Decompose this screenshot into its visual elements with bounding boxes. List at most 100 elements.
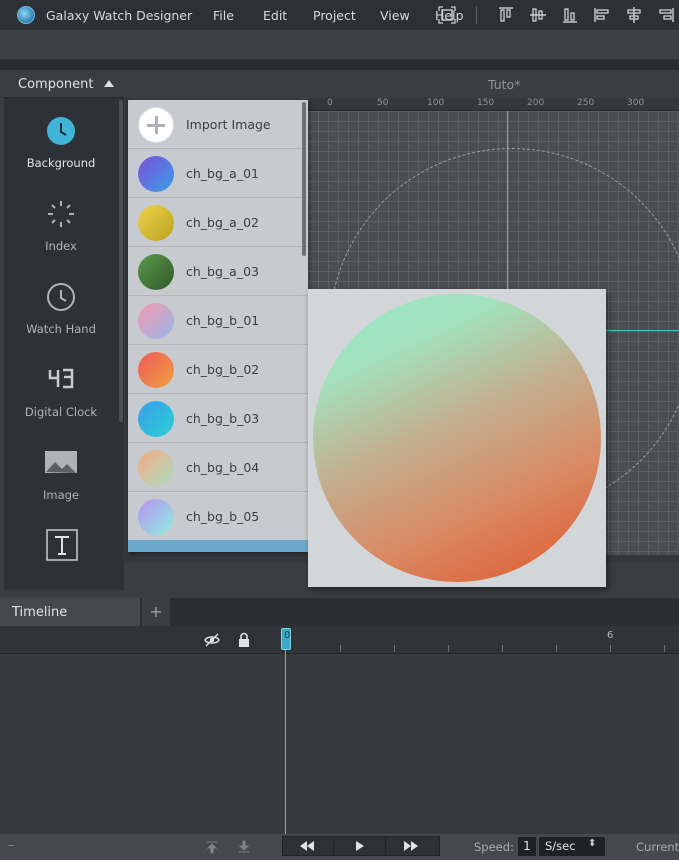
menu-file[interactable]: File [213, 8, 234, 23]
rewind-icon [300, 841, 314, 851]
move-layer-down-icon[interactable] [237, 840, 251, 854]
image-preview-popup [308, 289, 606, 587]
timeline-tick [502, 645, 503, 652]
ruler-label: 300 [627, 98, 645, 108]
rewind-button[interactable] [282, 836, 334, 856]
component-watch-hand[interactable]: Watch Hand [4, 282, 118, 362]
app-title: Galaxy Watch Designer [46, 8, 193, 23]
speed-input[interactable]: 1 [518, 837, 536, 856]
move-layer-up-icon[interactable] [205, 840, 219, 854]
add-tab-button[interactable]: + [142, 598, 170, 626]
image-thumbnail [138, 401, 174, 437]
component-label: Index [45, 239, 77, 253]
image-name: ch_bg_b_04 [186, 460, 260, 475]
image-list-item[interactable]: ch_bg_b_03 [128, 394, 308, 443]
timeline-tick-label: 6 [607, 630, 614, 641]
component-index[interactable]: Index [4, 199, 118, 279]
image-thumbnail [138, 499, 174, 535]
ruler-label: 150 [477, 98, 495, 108]
image-thumbnail [138, 450, 174, 486]
play-button[interactable] [334, 836, 386, 856]
image-list-item[interactable]: ch_bg_a_01 [128, 149, 308, 198]
align-horizontal-center-icon[interactable] [625, 6, 643, 24]
image-name: ch_bg_a_01 [186, 166, 259, 181]
image-name: ch_bg_b_02 [186, 362, 260, 377]
watch-hand-icon [46, 282, 76, 312]
component-label: Watch Hand [26, 322, 96, 336]
image-list-item[interactable]: ch_bg_b_02 [128, 345, 308, 394]
component-panel-header[interactable]: Component [4, 70, 124, 98]
image-list-dropdown: Import Image ch_bg_a_01 ch_bg_a_02 ch_bg_a… [128, 100, 308, 552]
index-icon [46, 199, 76, 229]
image-thumbnail [138, 352, 174, 388]
import-image-row[interactable]: Import Image [128, 100, 308, 149]
collapse-arrow-icon[interactable] [104, 80, 114, 87]
image-name: ch_bg_b_03 [186, 411, 260, 426]
timeline-tick [610, 645, 611, 652]
image-icon [44, 448, 78, 478]
ruler-label: 100 [427, 98, 445, 108]
component-background[interactable]: Background [4, 116, 118, 196]
image-name: ch_bg_a_03 [186, 264, 259, 279]
preview-image [313, 294, 601, 582]
background-clock-icon [46, 116, 76, 146]
timeline-tracks[interactable] [0, 654, 679, 834]
timeline-tick [394, 645, 395, 652]
component-panel-title: Component [18, 77, 94, 92]
image-name: ch_bg_b_05 [186, 509, 260, 524]
document-tab[interactable]: Tuto* [488, 77, 520, 92]
select-arrows-icon: ⬍ [588, 838, 597, 849]
menu-edit[interactable]: Edit [263, 8, 287, 23]
image-list-item[interactable]: ch_bg_a_03 [128, 247, 308, 296]
menu-project[interactable]: Project [313, 8, 356, 23]
component-label: Background [26, 156, 96, 170]
image-thumbnail [138, 303, 174, 339]
timeline-tick [448, 645, 449, 652]
fit-screen-icon[interactable] [438, 6, 456, 24]
text-icon [45, 528, 79, 562]
ruler-label: 200 [527, 98, 545, 108]
align-right-icon[interactable] [657, 6, 675, 24]
digital-clock-icon [46, 365, 76, 395]
zoom-out-button[interactable]: – [8, 838, 14, 852]
image-thumbnail [138, 254, 174, 290]
component-image[interactable]: Image [4, 448, 118, 528]
speed-label: Speed: [474, 840, 514, 854]
align-top-icon[interactable] [497, 6, 515, 24]
image-list-selected-row[interactable] [128, 540, 308, 552]
image-list-item[interactable]: ch_bg_a_02 [128, 198, 308, 247]
component-digital-clock[interactable]: Digital Clock [4, 365, 118, 445]
image-thumbnail [138, 156, 174, 192]
image-list-item[interactable]: ch_bg_b_04 [128, 443, 308, 492]
workspace-divider [0, 60, 679, 70]
image-list-item[interactable]: ch_bg_b_05 [128, 492, 308, 541]
menu-view[interactable]: View [380, 8, 410, 23]
timeline-tick [664, 645, 665, 652]
component-scrollbar[interactable] [119, 100, 123, 422]
guide-line-vertical[interactable] [507, 111, 508, 291]
ruler-label: 250 [577, 98, 595, 108]
visibility-eye-icon[interactable] [204, 632, 220, 648]
fast-forward-button[interactable] [386, 836, 438, 856]
image-list-scrollbar[interactable] [302, 102, 306, 256]
align-vertical-center-icon[interactable] [529, 6, 547, 24]
image-name: ch_bg_a_02 [186, 215, 259, 230]
play-icon [356, 841, 364, 851]
image-list-item[interactable]: ch_bg_b_01 [128, 296, 308, 345]
component-text[interactable] [4, 528, 118, 562]
playhead-label: 0 [284, 630, 291, 641]
current-time-label: Current: [636, 840, 679, 854]
plus-bar [154, 116, 158, 134]
image-name: ch_bg_b_01 [186, 313, 260, 328]
toolbar-separator [476, 6, 477, 24]
align-bottom-icon[interactable] [561, 6, 579, 24]
playhead-line [285, 650, 286, 834]
lock-icon[interactable] [237, 632, 251, 648]
component-label: Digital Clock [24, 405, 98, 419]
guide-line-horizontal[interactable] [604, 330, 679, 331]
align-left-icon[interactable] [593, 6, 611, 24]
import-image-label: Import Image [186, 117, 271, 132]
component-label: Image [42, 488, 80, 502]
toolbar [0, 30, 679, 60]
ruler-top: 0 50 100 150 200 250 300 [308, 98, 679, 111]
